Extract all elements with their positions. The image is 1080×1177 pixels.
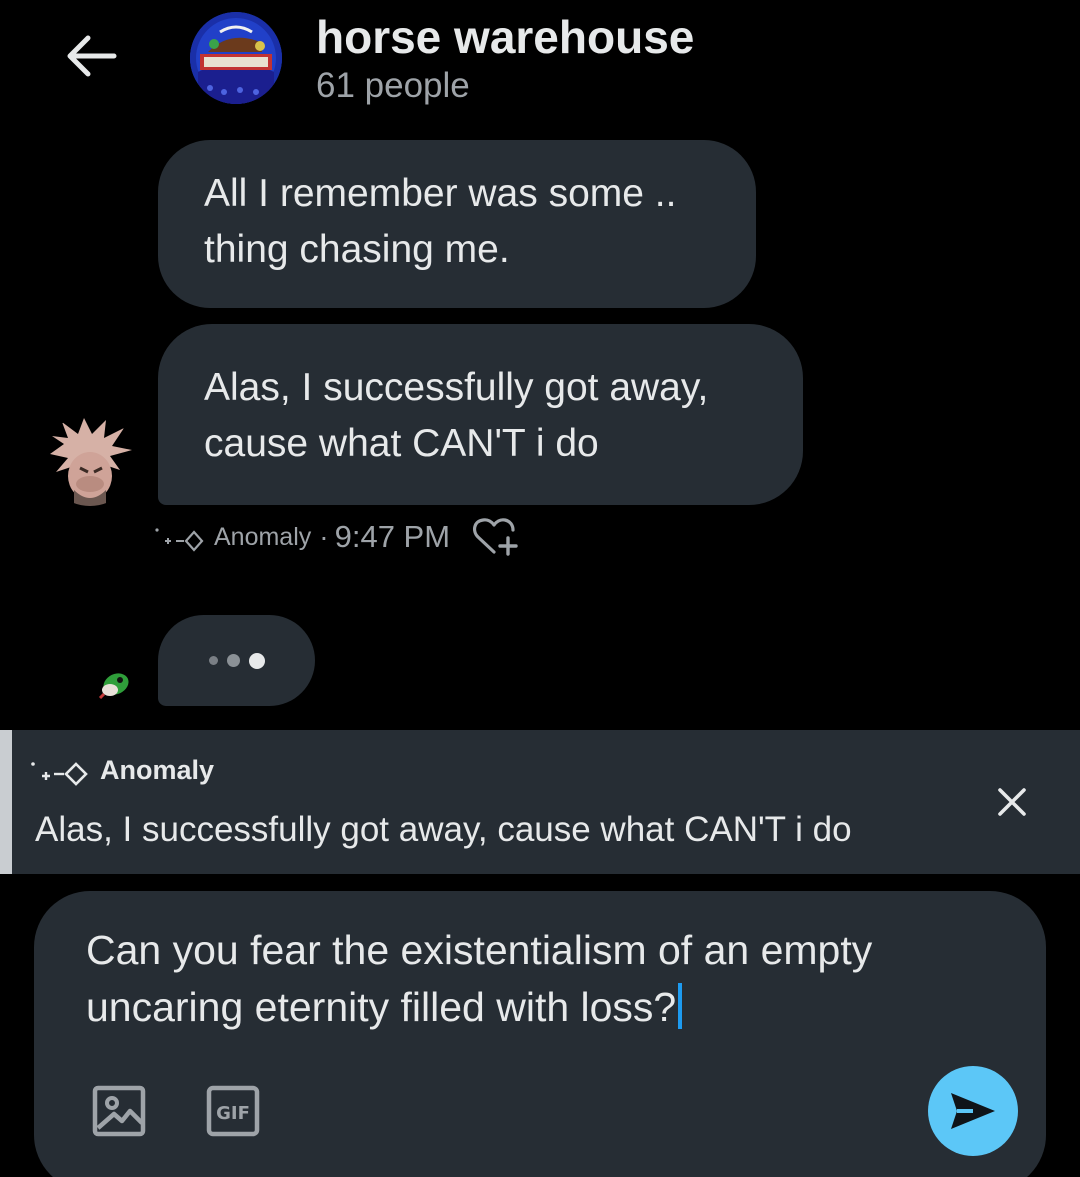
message-meta: Anomaly · 9:47 PM	[154, 514, 522, 560]
reply-sender-name: Anomaly	[100, 754, 215, 785]
text-caret	[678, 983, 683, 1029]
message-bubble[interactable]: Alas, I successfully got away, cause wha…	[158, 324, 803, 505]
add-reaction-button[interactable]	[472, 515, 522, 559]
sparkle-diamond-icon	[155, 528, 204, 552]
gif-icon: GIF	[206, 1085, 260, 1137]
message-timestamp: 9:47 PM	[334, 519, 451, 554]
message-input-line: uncaring eternity filled with loss?	[86, 984, 677, 1030]
message-text-line: Alas, I successfully got away,	[204, 366, 709, 409]
add-gif-button[interactable]: GIF	[205, 1083, 261, 1139]
typing-dot	[248, 652, 265, 669]
typing-user-avatar	[98, 668, 132, 702]
gif-label: GIF	[216, 1103, 250, 1124]
back-button[interactable]	[58, 28, 122, 84]
sparkle-diamond-icon	[31, 762, 88, 786]
reply-accent-bar	[0, 730, 12, 874]
send-icon	[951, 1093, 995, 1129]
typing-dot	[208, 656, 218, 665]
heart-plus-icon	[473, 518, 518, 556]
reply-preview: Anomaly Alas, I successfully got away, c…	[0, 730, 1080, 874]
image-icon	[92, 1085, 146, 1137]
meta-separator: ·	[319, 521, 329, 552]
message-input[interactable]: Can you fear the existentialism of an em…	[86, 922, 986, 1036]
typing-indicator	[158, 615, 315, 706]
sender-name[interactable]: Anomaly	[214, 523, 311, 552]
horse-warehouse-logo	[190, 12, 282, 104]
reply-quoted-text: Alas, I successfully got away, cause wha…	[35, 810, 852, 849]
send-button[interactable]	[928, 1066, 1018, 1156]
add-photo-button[interactable]	[91, 1083, 147, 1139]
message-text-line: All I remember was some ..	[204, 172, 677, 215]
participant-count[interactable]: 61 people	[316, 66, 470, 106]
typing-dot	[226, 654, 240, 667]
typing-user-avatar-image	[98, 673, 129, 700]
arrow-left-icon	[67, 35, 117, 77]
sender-avatar-image	[44, 414, 136, 506]
message-bubble[interactable]: All I remember was some .. thing chasing…	[158, 140, 756, 308]
cancel-reply-button[interactable]	[988, 778, 1036, 826]
message-input-line: Can you fear the existentialism of an em…	[86, 927, 873, 973]
message-text-line: cause what CAN'T i do	[204, 422, 599, 465]
close-icon	[998, 788, 1026, 816]
message-text-line: thing chasing me.	[204, 228, 510, 271]
group-avatar[interactable]	[190, 12, 282, 104]
reply-sender-row: Anomaly	[30, 754, 214, 786]
dm-conversation-screen: horse warehouse 61 people All I remember…	[0, 0, 1080, 1177]
conversation-title[interactable]: horse warehouse	[316, 10, 694, 64]
sender-avatar[interactable]	[44, 414, 136, 506]
